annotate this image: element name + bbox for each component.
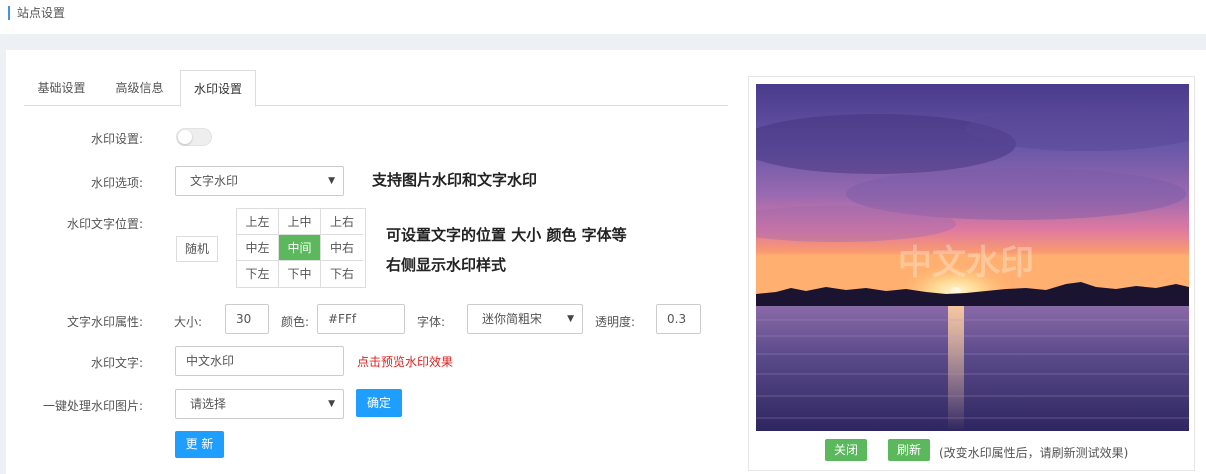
font-select-value: 迷你简粗宋	[482, 312, 543, 326]
chevron-down-icon: ▼	[328, 399, 335, 409]
position-top-left[interactable]: 上左	[237, 209, 279, 235]
close-preview-button[interactable]: 关闭	[825, 439, 867, 461]
note-preview-right: 右侧显示水印样式	[386, 256, 507, 274]
watermark-text-label: 水印文字:	[90, 356, 143, 370]
color-input[interactable]: #FFf	[317, 304, 405, 334]
breadcrumb: 站点设置	[8, 6, 65, 20]
watermark-overlay-text: 中文水印	[898, 243, 1034, 283]
update-button[interactable]: 更 新	[175, 431, 224, 458]
confirm-button[interactable]: 确定	[356, 389, 402, 417]
size-label: 大小:	[174, 315, 203, 329]
batch-process-select[interactable]: 请选择 ▼	[175, 389, 344, 419]
settings-panel: 基础设置 高级信息 水印设置 水印设置: 水印选项: 文字水印 ▼ 支持图片水印…	[6, 50, 1206, 474]
position-top-right[interactable]: 上右	[321, 209, 363, 235]
watermark-option-select[interactable]: 文字水印 ▼	[175, 166, 344, 196]
opacity-label: 透明度:	[595, 315, 636, 329]
color-label: 颜色:	[281, 315, 310, 329]
note-watermark-types: 支持图片水印和文字水印	[372, 171, 538, 189]
tab-bar: 基础设置 高级信息 水印设置	[24, 70, 728, 107]
preview-link[interactable]: 点击预览水印效果	[357, 353, 453, 370]
watermark-preview-panel: 中文水印 关闭 刷新 (改变水印属性后，请刷新测试效果)	[748, 76, 1195, 471]
watermark-toggle[interactable]	[176, 128, 212, 146]
refresh-hint: (改变水印属性后，请刷新测试效果)	[939, 446, 1129, 460]
chevron-down-icon: ▼	[328, 176, 335, 186]
batch-process-value: 请选择	[190, 397, 227, 411]
chevron-down-icon: ▼	[567, 314, 574, 324]
watermark-option-value: 文字水印	[190, 174, 239, 188]
refresh-preview-button[interactable]: 刷新	[888, 439, 930, 461]
position-top-center[interactable]: 上中	[279, 209, 321, 235]
tab-advanced-info[interactable]: 高级信息	[102, 70, 177, 106]
sunset-image: 中文水印	[756, 84, 1189, 431]
watermark-text-input[interactable]: 中文水印	[175, 346, 344, 376]
watermark-option-label: 水印选项:	[90, 176, 143, 190]
tab-watermark-settings[interactable]: 水印设置	[180, 70, 256, 107]
position-bottom-left[interactable]: 下左	[237, 261, 279, 287]
batch-process-label: 一键处理水印图片:	[42, 399, 143, 413]
top-bar: 站点设置	[0, 0, 1206, 34]
font-label: 字体:	[417, 315, 446, 329]
position-bottom-center[interactable]: 下中	[279, 261, 321, 287]
toggle-knob	[178, 130, 192, 144]
position-grid: 上左 上中 上右 中左 中间 中右 下左 下中 下右	[236, 208, 366, 288]
text-attr-label: 文字水印属性:	[66, 315, 143, 329]
watermark-setting-label: 水印设置:	[90, 132, 143, 146]
position-center[interactable]: 中间	[279, 235, 321, 261]
font-select[interactable]: 迷你简粗宋 ▼	[467, 304, 583, 334]
position-middle-left[interactable]: 中左	[237, 235, 279, 261]
preview-image: 中文水印	[756, 84, 1189, 431]
position-bottom-right[interactable]: 下右	[321, 261, 363, 287]
opacity-input[interactable]: 0.3	[656, 304, 701, 334]
watermark-position-label: 水印文字位置:	[66, 217, 143, 231]
note-text-settings: 可设置文字的位置 大小 颜色 字体等	[386, 226, 627, 244]
position-random-button[interactable]: 随机	[176, 236, 218, 262]
tab-basic-settings[interactable]: 基础设置	[24, 70, 99, 106]
size-input[interactable]: 30	[225, 304, 269, 334]
position-middle-right[interactable]: 中右	[321, 235, 363, 261]
